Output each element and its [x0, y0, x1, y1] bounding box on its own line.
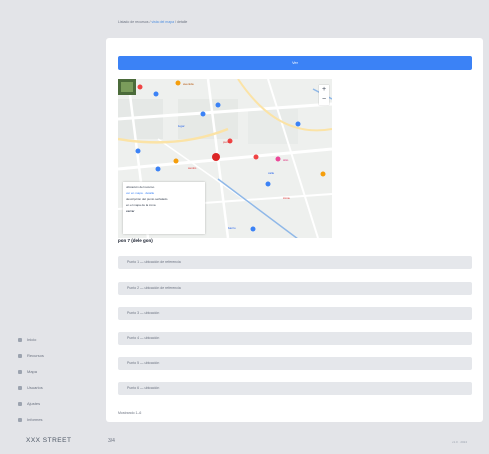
folder-icon — [18, 353, 22, 358]
zoom-in-button[interactable]: + — [319, 85, 329, 95]
svg-text:lugar: lugar — [178, 124, 185, 128]
map-pin[interactable] — [250, 226, 256, 232]
map-pin[interactable] — [320, 171, 326, 177]
svg-text:sitio: sitio — [283, 158, 289, 162]
main-card: Ver lugar punto sitio zona calle barrio … — [106, 38, 483, 422]
pagination-summary: Mostrando 1–6 — [118, 411, 142, 415]
sidebar: Inicio Recursos Mapa Usuarios Ajustes In… — [0, 0, 104, 425]
sidebar-item-settings[interactable]: Ajustes — [18, 396, 104, 411]
sidebar-item-label: Informes — [27, 417, 43, 422]
svg-text:punto: punto — [223, 140, 231, 144]
sidebar-item-label: Mapa — [27, 369, 38, 374]
chart-icon — [18, 417, 22, 422]
gear-icon — [18, 401, 22, 406]
map-view[interactable]: lugar punto sitio zona calle barrio aven… — [118, 79, 332, 238]
popup-text: descripción del punto señalado — [126, 197, 168, 201]
sidebar-item-home[interactable]: Inicio — [18, 332, 104, 347]
sidebar-item-label: Inicio — [27, 337, 37, 342]
svg-text:zona: zona — [283, 196, 290, 200]
map-popup: ubicación del recurso ver en mapa · deta… — [123, 182, 205, 234]
map-pin[interactable] — [153, 91, 159, 97]
svg-text:centro: centro — [188, 166, 197, 170]
sidebar-item-reports[interactable]: Informes — [18, 412, 104, 427]
map-caption: pon 7 (dele gon) — [118, 238, 153, 243]
sidebar-item-resources[interactable]: Recursos — [18, 348, 104, 363]
svg-text:barrio: barrio — [228, 226, 236, 230]
sidebar-item-label: Recursos — [27, 353, 44, 358]
list-item[interactable]: Punto 2 — ubicación de referencia — [118, 282, 472, 295]
breadcrumb-suffix: / detalle — [175, 20, 188, 24]
map-pin[interactable] — [253, 154, 259, 160]
popup-title: ubicación del recurso — [126, 185, 155, 189]
map-pin[interactable] — [295, 121, 301, 127]
footer-brand: XXX STREET — [26, 437, 72, 444]
popup-close[interactable]: cerrar — [126, 209, 202, 213]
sidebar-item-label: Usuarios — [27, 385, 43, 390]
popup-text: en el mapa de la zona — [126, 203, 156, 207]
sidebar-item-label: Ajustes — [27, 401, 41, 406]
map-pin[interactable] — [275, 156, 281, 162]
breadcrumb: Listado de recursos / vista del mapa / d… — [118, 20, 187, 24]
map-pin[interactable] — [265, 181, 271, 187]
map-pin-selected[interactable] — [212, 153, 220, 161]
list-item[interactable]: Punto 4 — ubicación — [118, 332, 472, 345]
map-pin[interactable] — [215, 102, 221, 108]
map-pin[interactable] — [155, 166, 161, 172]
map-icon — [18, 369, 22, 374]
list-item[interactable]: Punto 6 — ubicación — [118, 382, 472, 395]
footer-page: 3/4 — [108, 438, 115, 444]
list-item[interactable]: Punto 3 — ubicación — [118, 307, 472, 320]
map-pin[interactable] — [175, 80, 181, 86]
popup-link[interactable]: ver en mapa · detalle — [126, 191, 202, 195]
svg-text:calle: calle — [268, 171, 275, 175]
breadcrumb-prefix: Listado de recursos / — [118, 20, 151, 24]
sidebar-nav: Inicio Recursos Mapa Usuarios Ajustes In… — [18, 332, 104, 428]
breadcrumb-link[interactable]: vista del mapa — [151, 20, 174, 24]
sidebar-item-map[interactable]: Mapa — [18, 364, 104, 379]
svg-text:avenida: avenida — [183, 82, 194, 86]
map-zoom-control: + − — [319, 85, 329, 105]
list-item[interactable]: Punto 5 — ubicación — [118, 357, 472, 370]
footer-version: v1.0 · 2024 — [452, 440, 468, 444]
map-pin[interactable] — [200, 111, 206, 117]
list-item[interactable]: Punto 1 — ubicación de referencia — [118, 256, 472, 269]
map-pin[interactable] — [137, 84, 143, 90]
zoom-out-button[interactable]: − — [319, 95, 329, 105]
home-icon — [18, 337, 22, 342]
users-icon — [18, 385, 22, 390]
map-pin[interactable] — [135, 148, 141, 154]
map-pin[interactable] — [173, 158, 179, 164]
primary-button[interactable]: Ver — [118, 56, 472, 70]
sidebar-item-users[interactable]: Usuarios — [18, 380, 104, 395]
